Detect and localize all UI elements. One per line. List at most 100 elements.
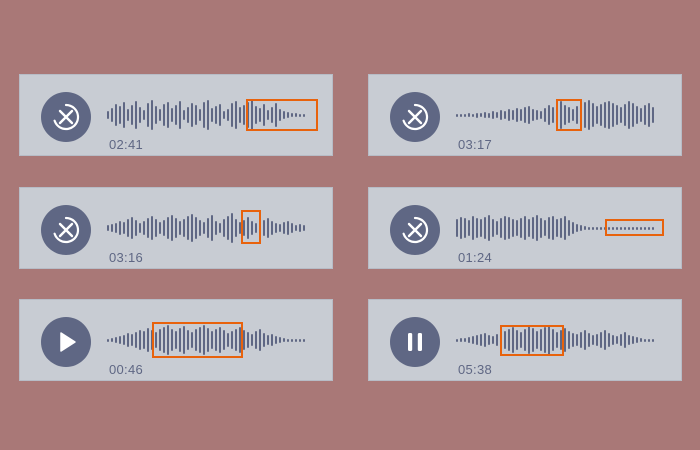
waveform-bar bbox=[568, 220, 570, 236]
waveform-bar bbox=[127, 219, 129, 237]
cancel-button[interactable] bbox=[390, 92, 440, 142]
waveform-bar bbox=[564, 105, 566, 125]
waveform-bar bbox=[159, 329, 161, 351]
waveform-bar bbox=[612, 226, 614, 230]
waveform-bar bbox=[195, 217, 197, 239]
audio-player-5: 00:46 bbox=[19, 299, 333, 381]
waveform-bar bbox=[131, 105, 133, 125]
waveform-bar bbox=[111, 338, 113, 342]
waveform-bar bbox=[295, 113, 297, 117]
waveform-bar bbox=[584, 102, 586, 128]
waveform-bar bbox=[279, 337, 281, 343]
waveform[interactable] bbox=[456, 97, 666, 133]
waveform-bar bbox=[548, 105, 550, 125]
waveform-bar bbox=[644, 226, 646, 230]
waveform-bar bbox=[227, 216, 229, 240]
waveform-bar bbox=[476, 335, 478, 345]
waveform-bar bbox=[576, 106, 578, 124]
waveform-bar bbox=[584, 330, 586, 350]
waveform-bar bbox=[275, 336, 277, 344]
waveform[interactable] bbox=[456, 210, 666, 246]
waveform-bar bbox=[183, 326, 185, 354]
waveform-bar bbox=[271, 334, 273, 346]
waveform-bar bbox=[191, 332, 193, 348]
waveform-bar bbox=[552, 329, 554, 351]
cancel-button[interactable] bbox=[41, 92, 91, 142]
waveform-bar bbox=[143, 110, 145, 120]
waveform-bar bbox=[592, 226, 594, 230]
waveform-bar bbox=[616, 226, 618, 230]
waveform[interactable] bbox=[456, 322, 666, 358]
waveform-bar bbox=[155, 332, 157, 348]
waveform-bar bbox=[652, 226, 654, 230]
waveform-bar bbox=[464, 218, 466, 238]
waveform-bar bbox=[231, 213, 233, 243]
waveform-bar bbox=[604, 226, 606, 230]
waveform-bar bbox=[139, 107, 141, 123]
waveform-bar bbox=[303, 225, 305, 231]
waveform-bar bbox=[215, 106, 217, 124]
waveform-bar bbox=[159, 222, 161, 234]
waveform-bar bbox=[111, 108, 113, 122]
waveform-bar bbox=[283, 338, 285, 342]
waveform-bar bbox=[179, 328, 181, 352]
waveform-bar bbox=[155, 106, 157, 124]
close-icon bbox=[53, 103, 80, 131]
cancel-button[interactable] bbox=[390, 205, 440, 255]
waveform-bar bbox=[211, 215, 213, 241]
waveform-bar bbox=[247, 102, 249, 128]
waveform-bar bbox=[239, 327, 241, 353]
waveform-bar bbox=[195, 329, 197, 351]
waveform-bar bbox=[119, 336, 121, 344]
waveform[interactable] bbox=[107, 210, 317, 246]
waveform-bar bbox=[488, 215, 490, 241]
waveform-bar bbox=[600, 104, 602, 126]
waveform-bar bbox=[648, 103, 650, 127]
waveform-bar bbox=[456, 113, 458, 117]
waveform-bar bbox=[271, 221, 273, 235]
waveform-bar bbox=[528, 106, 530, 124]
waveform[interactable] bbox=[107, 322, 317, 358]
waveform-bar bbox=[588, 226, 590, 230]
close-icon bbox=[53, 216, 80, 244]
waveform-bar bbox=[283, 222, 285, 234]
play-button[interactable] bbox=[41, 317, 91, 367]
waveform-bar bbox=[291, 338, 293, 342]
waveform-bar bbox=[596, 334, 598, 346]
waveform-bar bbox=[199, 327, 201, 353]
waveform-bar bbox=[640, 226, 642, 230]
waveform-bar bbox=[119, 106, 121, 124]
waveform-bar bbox=[235, 101, 237, 129]
waveform-bar bbox=[568, 107, 570, 123]
waveform-bar bbox=[123, 222, 125, 234]
waveform-bar bbox=[115, 104, 117, 126]
waveform-bar bbox=[275, 103, 277, 127]
waveform-bar bbox=[115, 223, 117, 233]
waveform-bar bbox=[163, 327, 165, 353]
waveform-bar bbox=[159, 109, 161, 121]
waveform-bar bbox=[608, 333, 610, 347]
waveform-bar bbox=[616, 336, 618, 344]
waveform-bar bbox=[139, 223, 141, 233]
waveform[interactable] bbox=[107, 97, 317, 133]
waveform-bar bbox=[299, 224, 301, 232]
waveform-bar bbox=[275, 223, 277, 233]
waveform-bar bbox=[520, 332, 522, 348]
waveform-bar bbox=[576, 224, 578, 232]
waveform-bar bbox=[107, 225, 109, 231]
waveform-bar bbox=[580, 332, 582, 348]
waveform-bar bbox=[235, 329, 237, 351]
waveform-bar bbox=[227, 333, 229, 347]
pause-button[interactable] bbox=[390, 317, 440, 367]
waveform-bar bbox=[480, 219, 482, 237]
waveform-bar bbox=[532, 217, 534, 239]
waveform-bar bbox=[492, 336, 494, 344]
waveform-bar bbox=[548, 217, 550, 239]
waveform-bar bbox=[231, 331, 233, 349]
waveform-bar bbox=[628, 101, 630, 129]
waveform-bar bbox=[472, 336, 474, 344]
audio-player-1: 02:41 bbox=[19, 74, 333, 156]
cancel-button[interactable] bbox=[41, 205, 91, 255]
waveform-bar bbox=[480, 334, 482, 346]
waveform-bar bbox=[556, 103, 558, 127]
